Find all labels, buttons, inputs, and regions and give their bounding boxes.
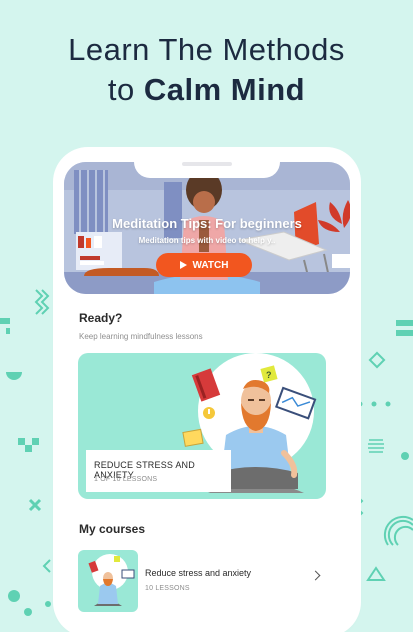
course-thumbnail-illustration xyxy=(88,554,135,606)
hero-video-card[interactable]: Meditation Tips: For beginners Meditatio… xyxy=(64,162,350,294)
lesson-progress: 1 OF 10 LESSONS xyxy=(94,476,158,483)
hero-title: Meditation Tips: For beginners xyxy=(112,216,302,231)
course-list-item[interactable]: Reduce stress and anxiety 10 LESSONS xyxy=(78,550,328,612)
play-icon xyxy=(179,261,187,269)
lesson-card-reduce-stress[interactable]: ? REDUCE STRESS AND ANXIETY 1 OF 10 LESS… xyxy=(78,353,326,499)
ready-heading: Ready? xyxy=(79,311,123,325)
watch-button[interactable]: WATCH xyxy=(156,253,252,277)
ready-subtitle: Keep learning mindfulness lessons xyxy=(79,332,203,341)
phone-mockup: Meditation Tips: For beginners Meditatio… xyxy=(58,152,356,632)
course-title: Reduce stress and anxiety xyxy=(145,568,252,578)
lesson-info-box: REDUCE STRESS AND ANXIETY 1 OF 10 LESSON… xyxy=(86,450,231,492)
my-courses-heading: My courses xyxy=(79,522,146,536)
course-lesson-count: 10 LESSONS xyxy=(145,585,190,592)
svg-text:?: ? xyxy=(266,370,272,380)
watch-button-label: WATCH xyxy=(192,259,229,271)
chevron-right-icon[interactable] xyxy=(310,570,321,581)
hero-subtitle: Meditation tips with video to help y.. xyxy=(138,236,276,245)
course-thumbnail xyxy=(78,550,138,612)
speaker-grille xyxy=(182,162,232,166)
phone-notch xyxy=(134,152,280,178)
